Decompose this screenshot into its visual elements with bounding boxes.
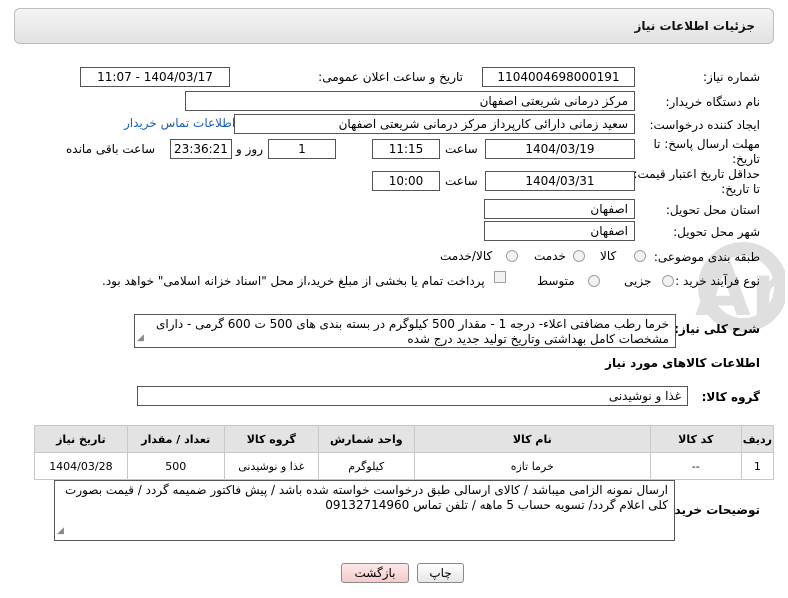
general-desc-textarea[interactable]: خرما رطب مضافتی اعلاء- درجه 1 - مقدار 50… <box>134 314 676 348</box>
cell-unit: کیلوگرم <box>317 452 415 480</box>
page-title: جزئیات اطلاعات نیاز <box>634 19 755 33</box>
announce-datetime-label: تاریخ و ساعت اعلان عمومی: <box>318 70 463 84</box>
validity-time-field: 10:00 <box>372 171 440 191</box>
process-medium-label: متوسط <box>537 274 575 288</box>
col-qty-header: تعداد / مقدار <box>126 425 225 453</box>
category-goods-label: کالا <box>600 249 617 263</box>
need-number-field: 1104004698000191 <box>482 67 635 87</box>
category-label: طبقه بندی موضوعی: <box>653 250 760 264</box>
col-name-header: نام کالا <box>413 425 651 453</box>
delivery-city-field: اصفهان <box>484 221 635 241</box>
cell-group: غذا و نوشیدنی <box>223 452 319 480</box>
general-desc-text: خرما رطب مضافتی اعلاء- درجه 1 - مقدار 50… <box>156 317 669 346</box>
delivery-province-label: استان محل تحویل: <box>665 203 760 217</box>
back-button[interactable]: بازگشت <box>341 563 409 583</box>
category-both-radio[interactable] <box>506 250 518 262</box>
category-both-label: کالا/خدمت <box>440 249 493 263</box>
reply-deadline-label: مهلت ارسال پاسخ: تا تاریخ: <box>653 137 760 166</box>
goods-info-heading: اطلاعات کالاهای مورد نیاز <box>605 356 760 370</box>
delivery-city-label: شهر محل تحویل: <box>673 225 760 239</box>
col-row-header: ردیف <box>740 425 775 453</box>
cell-code: -- <box>649 452 742 480</box>
resize-grip-icon[interactable]: ◢ <box>57 524 64 539</box>
category-goods-radio[interactable] <box>634 250 646 262</box>
goods-group-label: گروه کالا: <box>701 390 760 404</box>
header-bar: جزئیات اطلاعات نیاز <box>14 8 774 44</box>
process-partial-radio[interactable] <box>662 275 674 287</box>
delivery-province-field: اصفهان <box>484 199 635 219</box>
category-service-label: خدمت <box>534 249 566 263</box>
print-button[interactable]: چاپ <box>417 563 464 583</box>
goods-group-field: غذا و نوشیدنی <box>137 386 688 406</box>
cell-name: خرما تازه <box>413 452 651 480</box>
price-validity-label-2: تا تاریخ: <box>721 182 760 196</box>
cell-row: 1 <box>740 452 775 480</box>
category-service-radio[interactable] <box>573 250 585 262</box>
creator-label: ایجاد کننده درخواست: <box>649 118 760 132</box>
validity-date-field: 1404/03/31 <box>485 171 635 191</box>
announce-datetime-field: 1404/03/17 - 11:07 <box>80 67 230 87</box>
price-validity-label: حداقل تاریخ اعتبار قیمت: <box>633 167 760 181</box>
remaining-time-field: 23:36:21 <box>170 139 232 159</box>
goods-table: ردیف کد کالا نام کالا واحد شمارش گروه کا… <box>34 425 775 480</box>
general-desc-label: شرح کلی نیاز: <box>674 322 760 336</box>
remaining-label: ساعت باقی مانده <box>66 142 156 156</box>
reply-date-field: 1404/03/19 <box>485 139 635 159</box>
need-number-label: شماره نیاز: <box>703 70 760 84</box>
creator-field: سعید زمانی دارائی کارپرداز مرکز درمانی ش… <box>234 114 635 134</box>
buyer-org-field: مرکز درمانی شریعتی اصفهان <box>185 91 635 111</box>
col-code-header: کد کالا <box>649 425 742 453</box>
treasury-payment-note: پرداخت تمام یا بخشی از مبلغ خرید،از محل … <box>102 274 485 288</box>
col-date-header: تاریخ نیاز <box>34 425 128 453</box>
buyer-notes-textarea[interactable]: ارسال نمونه الزامی میباشد / کالای ارسالی… <box>54 480 675 541</box>
table-row[interactable]: 1 -- خرما تازه کیلوگرم غذا و نوشیدنی 500… <box>34 452 775 480</box>
process-partial-label: جزیی <box>624 274 652 288</box>
reply-time-field: 11:15 <box>372 139 440 159</box>
resize-grip-icon[interactable]: ◢ <box>137 331 144 346</box>
col-group-header: گروه کالا <box>223 425 319 453</box>
table-header-row: ردیف کد کالا نام کالا واحد شمارش گروه کا… <box>34 425 775 453</box>
days-label: روز و <box>236 142 263 156</box>
cell-qty: 500 <box>126 452 225 480</box>
days-field: 1 <box>268 139 336 159</box>
reply-time-label: ساعت <box>445 142 478 156</box>
buyer-notes-text: ارسال نمونه الزامی میباشد / کالای ارسالی… <box>65 483 668 512</box>
process-type-label: نوع فرآیند خرید : <box>675 274 760 288</box>
cell-date: 1404/03/28 <box>34 452 128 480</box>
buyer-org-label: نام دستگاه خریدار: <box>665 95 761 109</box>
col-unit-header: واحد شمارش <box>317 425 415 453</box>
validity-time-label: ساعت <box>445 174 478 188</box>
contact-info-link[interactable]: اطلاعات تماس خریدار <box>124 116 235 130</box>
process-medium-radio[interactable] <box>588 275 600 287</box>
treasury-payment-checkbox[interactable] <box>494 271 506 283</box>
